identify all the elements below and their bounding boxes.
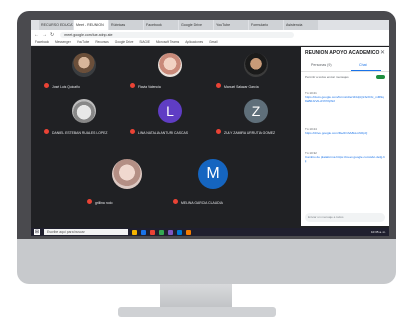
chat-permission-label: Permitir a todos enviar mensajes: [305, 75, 349, 79]
avatar: [72, 53, 96, 77]
browser-tab[interactable]: Formulario: [249, 20, 283, 30]
chat-message: Tú 10:24 https://drive.google.com/file/d…: [305, 127, 385, 135]
app-icon[interactable]: [186, 229, 191, 235]
participant-name: DANIEL ESTEBAN RUALES LOPEZ: [52, 131, 108, 135]
monitor-chin: [17, 239, 396, 284]
browser-tab[interactable]: Facebook: [144, 20, 178, 30]
tab-chat[interactable]: Chat: [359, 63, 367, 67]
mic-off-icon: [173, 199, 178, 204]
participant-tile[interactable]: DANIEL ESTEBAN RUALES LOPEZ: [41, 93, 127, 137]
taskbar-search[interactable]: Escribe aquí para buscar: [44, 229, 128, 235]
word-icon[interactable]: [177, 229, 182, 235]
participant-tile[interactable]: Manuel Salazar García: [213, 47, 299, 91]
participant-name: Flavia Valencia: [138, 85, 161, 89]
message-link[interactable]: https://docs.google.com/forms/d/e/1FAIpQ…: [305, 95, 385, 103]
message-link[interactable]: https://drive.google.com/file/d/1hA8kLmN…: [305, 131, 385, 135]
mic-off-icon: [216, 129, 221, 134]
windows-taskbar: ⊞ Escribe aquí para buscar 10:35 a. m.: [31, 228, 389, 236]
bookmark[interactable]: YouTube: [77, 39, 90, 45]
bookmark[interactable]: Messenger: [55, 39, 71, 45]
bookmark[interactable]: Recursos: [95, 39, 108, 45]
mic-off-icon: [87, 199, 92, 204]
reload-icon[interactable]: ↻: [50, 32, 54, 38]
chat-panel: REUNION APOYO ACADEMICO ✕ Personas (9) C…: [301, 47, 389, 226]
bookmark[interactable]: Facebook: [35, 39, 49, 45]
participant-tile[interactable]: grillina rodo: [84, 151, 170, 207]
avatar: [158, 53, 182, 77]
bookmark[interactable]: Aplicaciones: [185, 39, 203, 45]
avatar: [244, 53, 268, 77]
chrome-icon[interactable]: [150, 229, 155, 235]
participant-tile[interactable]: Z ZULY ZAMIRA URRUTIA GOMEZ: [213, 93, 299, 137]
browser-tab-active[interactable]: Meet - REUNION: [74, 20, 108, 30]
chat-input[interactable]: Enviar un mensaje a todos: [305, 213, 385, 222]
monitor-stand-foot: [118, 307, 276, 317]
participant-tile[interactable]: L LINA NATALIA ANTURI CASCAS: [127, 93, 213, 137]
bookmark[interactable]: SIAGIE: [139, 39, 150, 45]
screen: RECURSO EDUCATIVO Meet - REUNION Rúbrica…: [31, 20, 389, 236]
participant-name: ZULY ZAMIRA URRUTIA GOMEZ: [224, 131, 276, 135]
mic-off-icon: [44, 129, 49, 134]
avatar: Z: [244, 99, 268, 123]
mic-off-icon: [130, 83, 135, 88]
url-field[interactable]: meet.google.com/iue-xdnp-ste: [60, 31, 295, 38]
participant-name: grillina rodo: [95, 201, 113, 205]
teams-icon[interactable]: [168, 229, 173, 235]
excel-icon[interactable]: [159, 229, 164, 235]
back-icon[interactable]: ←: [34, 32, 39, 38]
browser-tab[interactable]: YouTube: [214, 20, 248, 30]
file-explorer-icon[interactable]: [132, 229, 137, 235]
participant-tile[interactable]: Flavia Valencia: [127, 47, 213, 91]
browser-tab-bar: RECURSO EDUCATIVO Meet - REUNION Rúbrica…: [31, 20, 389, 30]
panel-tabs: Personas (9) Chat: [301, 61, 389, 72]
mic-off-icon: [216, 83, 221, 88]
participant-name: José Luis Quicaño: [52, 85, 80, 89]
avatar: [112, 159, 142, 189]
tab-people[interactable]: Personas (9): [311, 63, 332, 67]
edge-icon[interactable]: [141, 229, 146, 235]
avatar: L: [158, 99, 182, 123]
bookmark[interactable]: Google Drive: [115, 39, 134, 45]
active-tab-indicator: [351, 70, 381, 71]
participant-name: LINA NATALIA ANTURI CASCAS: [138, 131, 188, 135]
browser-tab[interactable]: Asistencia: [284, 20, 318, 30]
browser-tab[interactable]: Google Drive: [179, 20, 213, 30]
chat-message: Tú 10:21 https://docs.google.com/forms/d…: [305, 91, 385, 103]
participant-name: MELINA GARCIA CLAUDIA: [181, 201, 223, 205]
mic-off-icon: [130, 129, 135, 134]
bookmarks-bar: Facebook Messenger YouTube Recursos Goog…: [31, 39, 389, 46]
taskbar-clock[interactable]: 10:35 a. m.: [371, 228, 386, 236]
browser-tab[interactable]: RECURSO EDUCATIVO: [39, 20, 73, 30]
chat-message: Tú 10:32 Cambio de plataforma https://me…: [305, 151, 385, 163]
participant-tile[interactable]: José Luis Quicaño: [41, 47, 127, 91]
bookmark[interactable]: Gmail: [209, 39, 217, 45]
message-link[interactable]: Cambio de plataforma https://meet.google…: [305, 155, 385, 163]
participant-tile[interactable]: M MELINA GARCIA CLAUDIA: [170, 151, 256, 207]
browser-tab[interactable]: Rúbricas: [109, 20, 143, 30]
forward-icon[interactable]: →: [42, 32, 47, 38]
meeting-title: REUNION APOYO ACADEMICO: [305, 50, 380, 56]
address-bar: ← → ↻ meet.google.com/iue-xdnp-ste: [31, 30, 389, 39]
bookmark[interactable]: Microsoft Teams: [156, 39, 179, 45]
participant-name: Manuel Salazar García: [224, 85, 259, 89]
close-icon[interactable]: ✕: [380, 49, 385, 56]
start-icon[interactable]: ⊞: [34, 229, 40, 235]
mic-off-icon: [44, 83, 49, 88]
participant-grid: José Luis Quicaño Flavia Valencia Manuel…: [41, 47, 299, 226]
chat-permission-toggle[interactable]: [376, 75, 385, 79]
avatar: M: [198, 159, 228, 189]
avatar: [72, 99, 96, 123]
